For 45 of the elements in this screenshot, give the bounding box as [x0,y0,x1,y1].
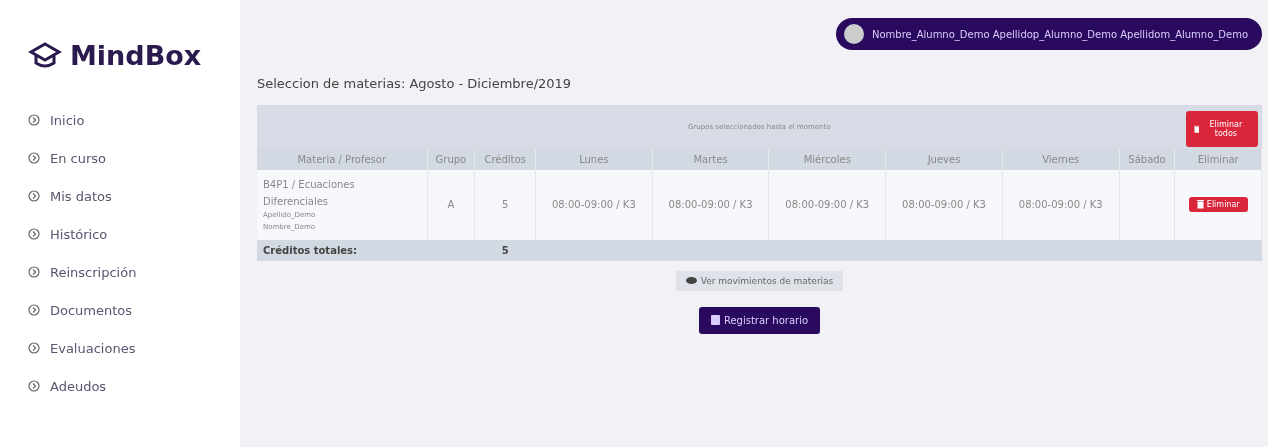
register-schedule-button[interactable]: Registrar horario [698,306,821,334]
sidebar-item[interactable]: Histórico [28,215,240,253]
column-header: Eliminar [1175,149,1262,170]
sidebar-item[interactable]: Inicio [28,101,240,139]
column-header: Grupo [427,149,475,170]
trash-icon [1196,200,1204,210]
chevron-circle-icon [28,114,40,126]
sidebar-item[interactable]: Mis datos [28,177,240,215]
chevron-circle-icon [28,266,40,278]
sidebar-item[interactable]: En curso [28,139,240,177]
trash-icon [1193,124,1200,134]
chevron-circle-icon [28,304,40,316]
logo-text: MindBox [70,40,202,71]
column-header: Lunes [535,149,653,170]
table-cell: A [427,170,475,240]
table-cell: 08:00-09:00 / K3 [885,170,1003,240]
sidebar-item[interactable]: Evaluaciones [28,329,240,367]
chevron-circle-icon [28,228,40,240]
sidebar-item[interactable]: Documentos [28,291,240,329]
total-label: Créditos totales: [257,239,475,261]
chevron-circle-icon [28,380,40,392]
sidebar-item[interactable]: Adeudos [28,367,240,405]
column-header: Martes [652,149,769,170]
view-movements-button[interactable]: Ver movimientos de materias [675,270,844,291]
sidebar-item[interactable]: Reinscripción [28,253,240,291]
column-header: Materia / Profesor [257,149,427,170]
subject-name: B4P1 / Ecuaciones Diferenciales [263,178,356,209]
table-cell: 5 [474,170,536,240]
chevron-circle-icon [28,152,40,164]
chevron-circle-icon [28,190,40,202]
column-header: Viernes [1002,149,1120,170]
user-pill[interactable]: Nombre_Alumno_Demo Apellidop_Alumno_Demo Apellidom_Alumno_Demo [835,18,1262,50]
delete-button[interactable]: Eliminar [1188,197,1248,213]
table-cell: 08:00-09:00 / K3 [1002,170,1120,240]
page-title: Seleccion de materias: Agosto - Diciembre/2019 [257,76,573,91]
table-cell: 08:00-09:00 / K3 [652,170,769,240]
column-header: Miércoles [768,149,886,170]
column-header: Jueves [885,149,1003,170]
table-cell: 08:00-09:00 / K3 [535,170,653,240]
table-cell: 08:00-09:00 / K3 [768,170,886,240]
column-header: Sábado [1119,149,1175,170]
avatar-icon [843,24,864,44]
column-header: Créditos [474,149,536,170]
chevron-circle-icon [28,342,40,354]
delete-all-button[interactable]: Eliminar todos [1185,111,1258,147]
